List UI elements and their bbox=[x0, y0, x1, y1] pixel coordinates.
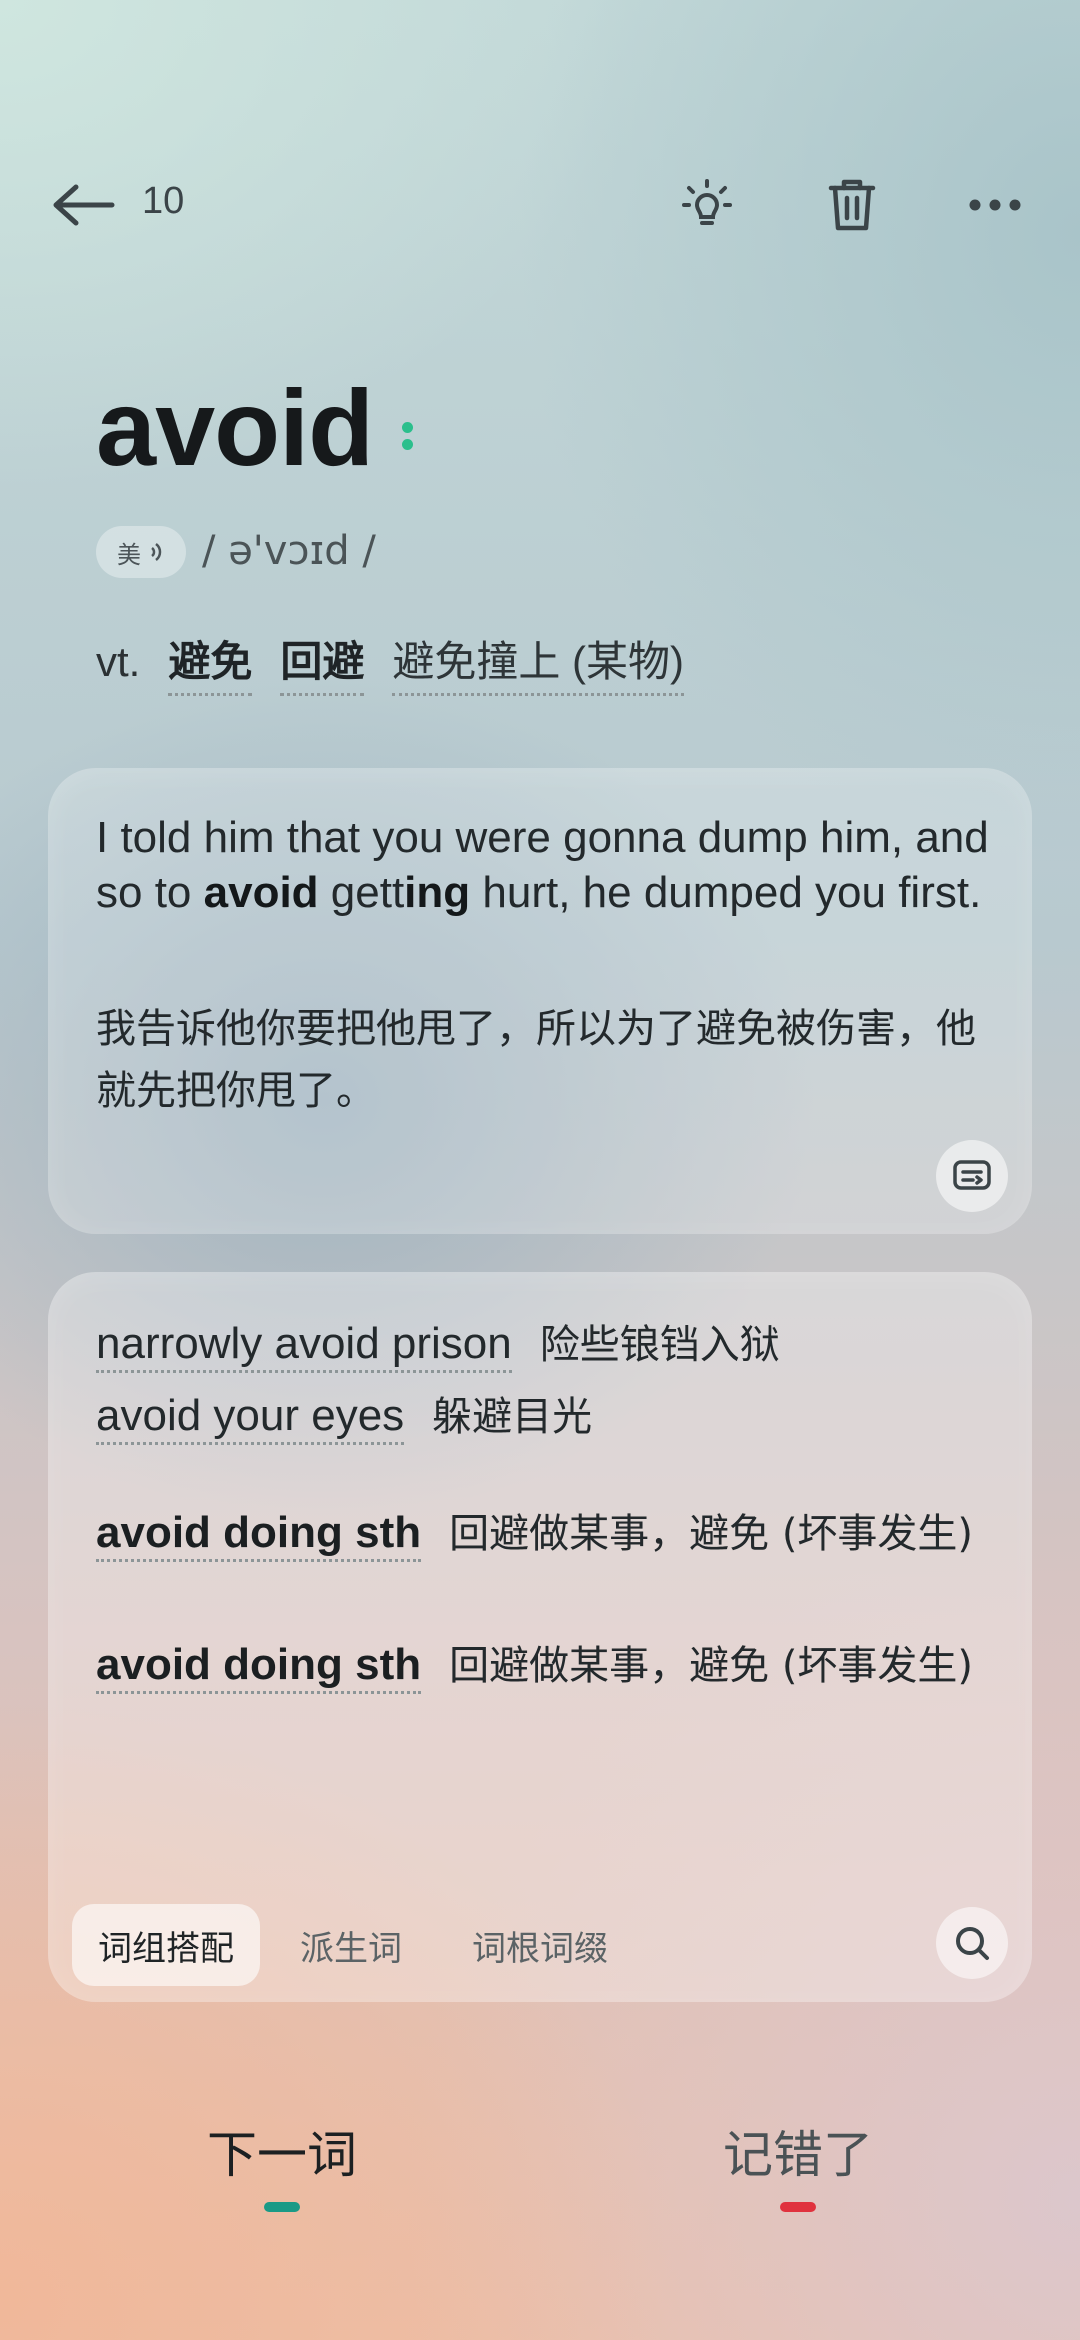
subtitles-icon bbox=[953, 1160, 991, 1190]
phrase-item[interactable]: narrowly avoid prison 险些锒铛入狱 bbox=[96, 1312, 780, 1373]
hint-button[interactable] bbox=[672, 170, 742, 240]
phrase-item[interactable]: avoid your eyes 躲避目光 bbox=[96, 1384, 592, 1445]
review-count: 10 bbox=[142, 180, 185, 222]
wrong-indicator bbox=[780, 2202, 816, 2212]
example-sentence-en: I told him that you were gonna dump him,… bbox=[96, 813, 989, 917]
next-word-button[interactable]: 下一词 bbox=[172, 2115, 392, 2187]
speaker-icon bbox=[151, 543, 162, 561]
delete-button[interactable] bbox=[817, 170, 887, 240]
arrow-left-icon bbox=[53, 184, 115, 226]
tab-roots-affixes[interactable]: 词根词缀 bbox=[446, 1904, 634, 1986]
phrase-item[interactable]: avoid doing sth 回避做某事，避免 (坏事发生) bbox=[96, 1502, 976, 1565]
phrase-item[interactable]: avoid doing sth 回避做某事，避免 (坏事发生) bbox=[96, 1634, 976, 1697]
definition-item[interactable]: 避免撞上 (某物) bbox=[392, 628, 685, 696]
definition-item[interactable]: 回避 bbox=[280, 628, 365, 696]
subtitle-button[interactable] bbox=[936, 1140, 1008, 1212]
part-of-speech: vt. bbox=[96, 638, 141, 685]
next-indicator bbox=[264, 2202, 300, 2212]
tab-collocations[interactable]: 词组搭配 bbox=[72, 1904, 260, 1986]
phonetic: / ə'vɔɪd / bbox=[202, 528, 376, 574]
more-button[interactable] bbox=[960, 170, 1030, 240]
accent-label: 美 bbox=[117, 541, 141, 569]
definition-item[interactable]: 避免 bbox=[168, 628, 253, 696]
search-button[interactable] bbox=[936, 1907, 1008, 1979]
headword: avoid bbox=[96, 367, 374, 488]
definition-row: vt. 避免 回避 避免撞上 (某物) bbox=[96, 628, 685, 696]
example-sentence-zh: 我告诉他你要把他甩了，所以为了避免被伤害，他就先把你甩了。 bbox=[96, 1006, 976, 1114]
word-menu-icon[interactable] bbox=[402, 422, 416, 472]
more-horizontal-icon bbox=[969, 199, 1021, 211]
mark-wrong-button[interactable]: 记错了 bbox=[688, 2115, 908, 2187]
lightbulb-icon bbox=[682, 179, 732, 225]
trash-icon bbox=[828, 179, 876, 231]
back-button[interactable] bbox=[50, 170, 130, 240]
search-icon bbox=[956, 1927, 989, 1960]
pronounce-button[interactable]: 美 bbox=[96, 526, 186, 578]
tab-derivatives[interactable]: 派生词 bbox=[274, 1904, 428, 1986]
